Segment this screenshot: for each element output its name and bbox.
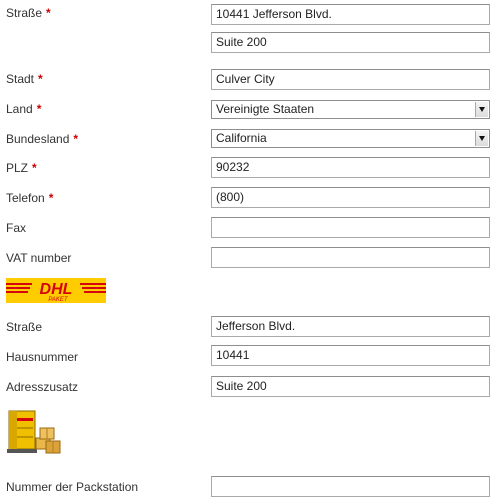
state-select[interactable]: California <box>211 129 490 148</box>
packstation-icon <box>7 410 61 454</box>
dhl-logo-subtext: PAKET <box>48 297 69 303</box>
street-label: Straße * <box>6 6 51 20</box>
phone-input[interactable]: (800) <box>211 187 490 208</box>
zip-input[interactable]: 90232 <box>211 157 490 178</box>
house-number-label: Hausnummer <box>6 350 79 364</box>
state-select-value: California <box>216 131 267 145</box>
fax-label: Fax <box>6 221 27 235</box>
city-label: Stadt * <box>6 72 43 86</box>
city-input[interactable]: Culver City <box>211 69 490 90</box>
vat-label: VAT number <box>6 251 72 265</box>
house-number-input[interactable]: 10441 <box>211 345 490 366</box>
required-marker: * <box>46 6 51 20</box>
dhl-street-input[interactable]: Jefferson Blvd. <box>211 316 490 337</box>
vat-input[interactable] <box>211 247 490 268</box>
chevron-down-icon[interactable] <box>475 131 488 146</box>
state-label: Bundesland * <box>6 132 79 146</box>
address-extra-label: Adresszusatz <box>6 380 79 394</box>
zip-label: PLZ * <box>6 161 37 175</box>
dhl-street-label: Straße <box>6 320 43 334</box>
dhl-logo: DHL PAKET <box>6 278 106 303</box>
required-marker: * <box>73 132 79 146</box>
country-select[interactable]: Vereinigte Staaten <box>211 100 490 119</box>
required-marker: * <box>36 102 42 116</box>
street2-input[interactable]: Suite 200 <box>211 32 490 53</box>
phone-label: Telefon * <box>6 191 54 205</box>
street-input[interactable]: 10441 Jefferson Blvd. <box>211 4 490 25</box>
fax-input[interactable] <box>211 217 490 238</box>
packstation-number-label: Nummer der Packstation <box>6 480 139 494</box>
packstation-number-input[interactable] <box>211 476 490 497</box>
required-marker: * <box>48 191 54 205</box>
dhl-logo-text: DHL <box>40 281 73 298</box>
address-extra-input[interactable]: Suite 200 <box>211 376 490 397</box>
required-marker: * <box>32 161 37 175</box>
chevron-down-icon[interactable] <box>475 102 488 117</box>
country-select-value: Vereinigte Staaten <box>216 102 315 116</box>
country-label: Land * <box>6 102 42 116</box>
required-marker: * <box>38 72 43 86</box>
